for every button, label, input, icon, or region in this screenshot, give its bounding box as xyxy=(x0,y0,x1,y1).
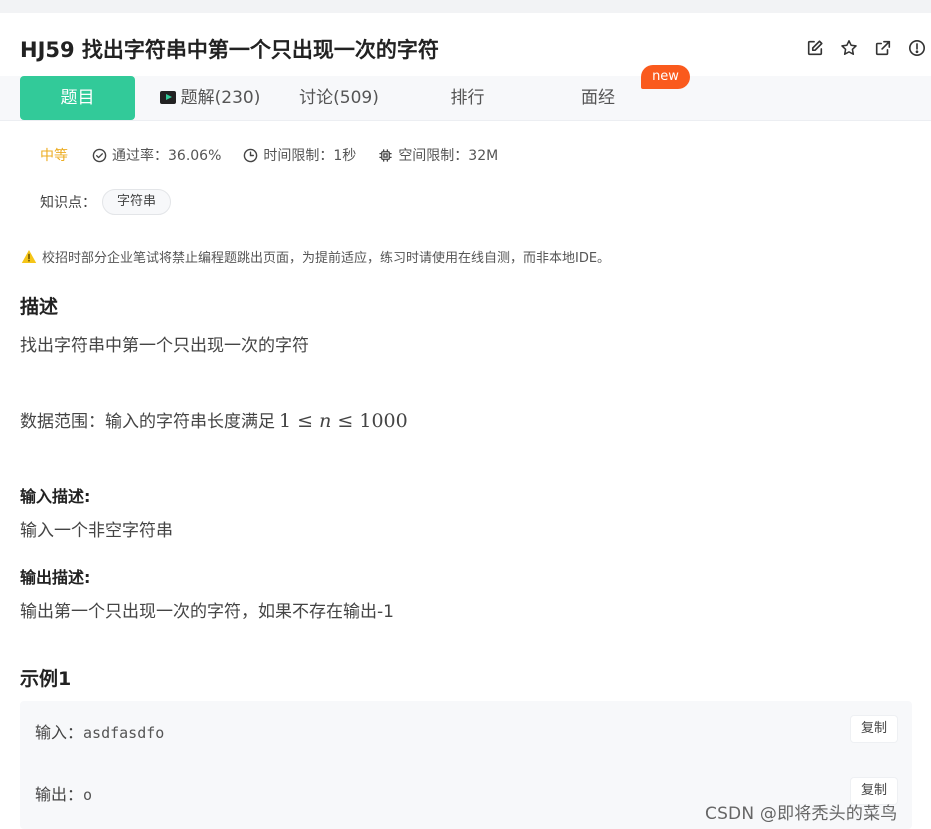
watermark: CSDN @即将秃头的菜鸟 xyxy=(705,804,898,824)
tab-discussion[interactable]: 讨论(509) xyxy=(285,76,393,120)
range-op-2: ≤ xyxy=(337,410,354,432)
tab-interview-label: 面经 xyxy=(581,88,615,108)
range-var: n xyxy=(319,410,332,432)
difficulty-label: 中等 xyxy=(40,148,68,164)
tab-ranking[interactable]: 排行 xyxy=(420,76,515,120)
data-range-text: 数据范围：输入的字符串长度满足 xyxy=(20,412,275,432)
tab-bar: 题目 题解(230) 讨论(509) 排行 面经 xyxy=(0,76,931,121)
output-desc-text: 输出第一个只出现一次的字符，如果不存在输出-1 xyxy=(20,602,394,622)
time-limit-text: 时间限制：1秒 xyxy=(263,148,357,164)
memory-limit: 空间限制：32M xyxy=(378,145,498,165)
notice-text: 校招时部分企业笔试将禁止编程题跳出页面，为提前适应，练习时请使用在线自测，而非本… xyxy=(42,251,611,266)
pass-rate-text: 通过率：36.06% xyxy=(112,148,222,164)
example-output: 输出：o xyxy=(35,781,92,805)
example-output-label: 输出： xyxy=(35,785,84,804)
clock-icon xyxy=(244,148,258,162)
page-title: HJ59 找出字符串中第一个只出现一次的字符 xyxy=(20,38,439,62)
example-input-value: asdfasdfo xyxy=(83,724,165,742)
tab-problem[interactable]: 题目 xyxy=(20,76,135,120)
tab-problem-label: 题目 xyxy=(60,88,95,108)
problem-meta: 中等 通过率：36.06% 时间限制：1秒 空间限制：32M xyxy=(40,145,520,165)
top-strip xyxy=(0,0,931,13)
example-input-label: 输入： xyxy=(35,723,84,742)
pass-rate: 通过率：36.06% xyxy=(92,145,221,165)
edit-icon[interactable] xyxy=(805,38,825,58)
new-badge: new xyxy=(641,65,690,89)
input-desc-heading: 输入描述: xyxy=(20,487,91,506)
title-actions xyxy=(805,38,927,58)
range-high: 1000 xyxy=(359,410,408,432)
knowledge-points: 知识点： 字符串 xyxy=(40,189,172,215)
info-icon[interactable] xyxy=(907,38,927,58)
example-heading: 示例1 xyxy=(20,668,72,690)
tab-solutions-label: 题解(230) xyxy=(180,88,261,108)
warning-icon xyxy=(21,250,37,263)
star-icon[interactable] xyxy=(839,38,859,58)
video-icon xyxy=(159,91,176,104)
input-desc-text: 输入一个非空字符串 xyxy=(20,521,173,541)
copy-input-button[interactable]: 复制 xyxy=(851,716,897,742)
description-text: 找出字符串中第一个只出现一次的字符 xyxy=(20,336,309,356)
memory-limit-text: 空间限制：32M xyxy=(398,148,499,164)
chip-icon xyxy=(379,148,392,162)
share-icon[interactable] xyxy=(873,38,893,58)
range-math: 1 ≤ n ≤ 1000 xyxy=(279,410,408,432)
tag-string[interactable]: 字符串 xyxy=(102,189,172,215)
tab-ranking-label: 排行 xyxy=(450,88,485,108)
example-output-value: o xyxy=(83,786,93,804)
check-circle-icon xyxy=(92,148,107,162)
time-limit: 时间限制：1秒 xyxy=(243,145,356,165)
tab-solutions[interactable]: 题解(230) xyxy=(150,76,270,120)
description-heading: 描述 xyxy=(20,296,59,318)
tab-interview[interactable]: 面经 xyxy=(553,76,643,120)
range-low: 1 xyxy=(279,410,292,432)
data-range: 数据范围：输入的字符串长度满足 1 ≤ n ≤ 1000 xyxy=(20,407,408,432)
output-desc-heading: 输出描述: xyxy=(20,568,91,587)
tab-discussion-label: 讨论(509) xyxy=(299,88,379,108)
example-input: 输入：asdfasdfo xyxy=(35,719,164,743)
knowledge-label: 知识点： xyxy=(40,195,96,211)
exam-notice: 校招时部分企业笔试将禁止编程题跳出页面，为提前适应，练习时请使用在线自测，而非本… xyxy=(21,247,610,266)
range-op-1: ≤ xyxy=(297,410,314,432)
